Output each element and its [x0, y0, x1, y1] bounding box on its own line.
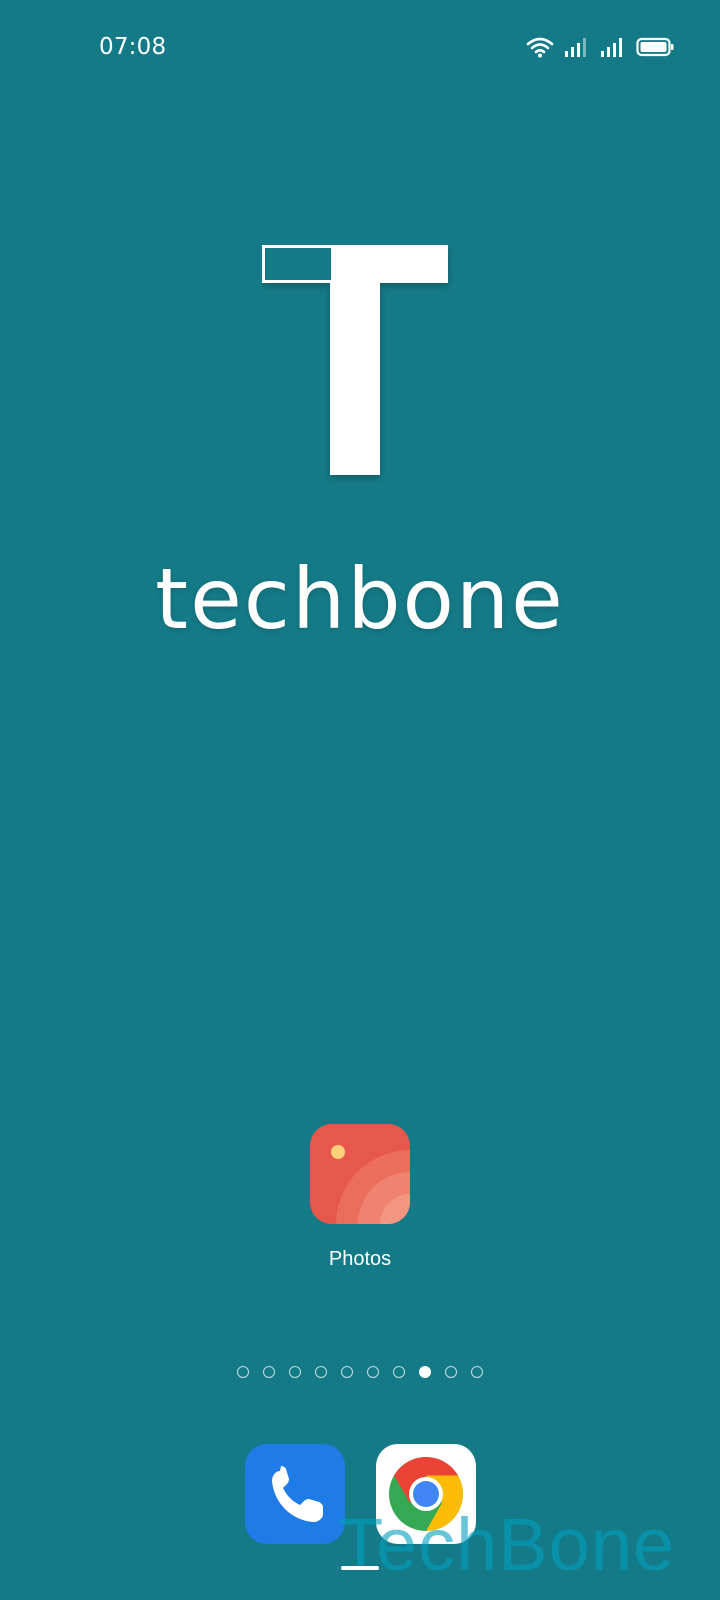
logo-t-mark	[262, 245, 458, 489]
page-dot[interactable]	[263, 1366, 275, 1378]
page-dot[interactable]	[289, 1366, 301, 1378]
watermark: TechBone	[338, 1503, 676, 1586]
page-dot[interactable]	[471, 1366, 483, 1378]
photos-icon	[310, 1124, 410, 1224]
page-dot[interactable]	[367, 1366, 379, 1378]
wallpaper-brand: techbone	[0, 0, 720, 700]
brand-wordmark: techbone	[155, 550, 565, 648]
app-label: Photos	[328, 1248, 392, 1270]
page-dot[interactable]	[393, 1366, 405, 1378]
page-dot[interactable]	[237, 1366, 249, 1378]
page-dot[interactable]	[315, 1366, 327, 1378]
phone-app[interactable]	[245, 1444, 345, 1544]
photos-app[interactable]: Photos	[310, 1124, 410, 1271]
home-indicator[interactable]	[341, 1566, 379, 1570]
page-dot[interactable]	[341, 1366, 353, 1378]
page-dot-active[interactable]	[419, 1366, 431, 1378]
page-indicator	[0, 1366, 720, 1378]
page-dot[interactable]	[445, 1366, 457, 1378]
